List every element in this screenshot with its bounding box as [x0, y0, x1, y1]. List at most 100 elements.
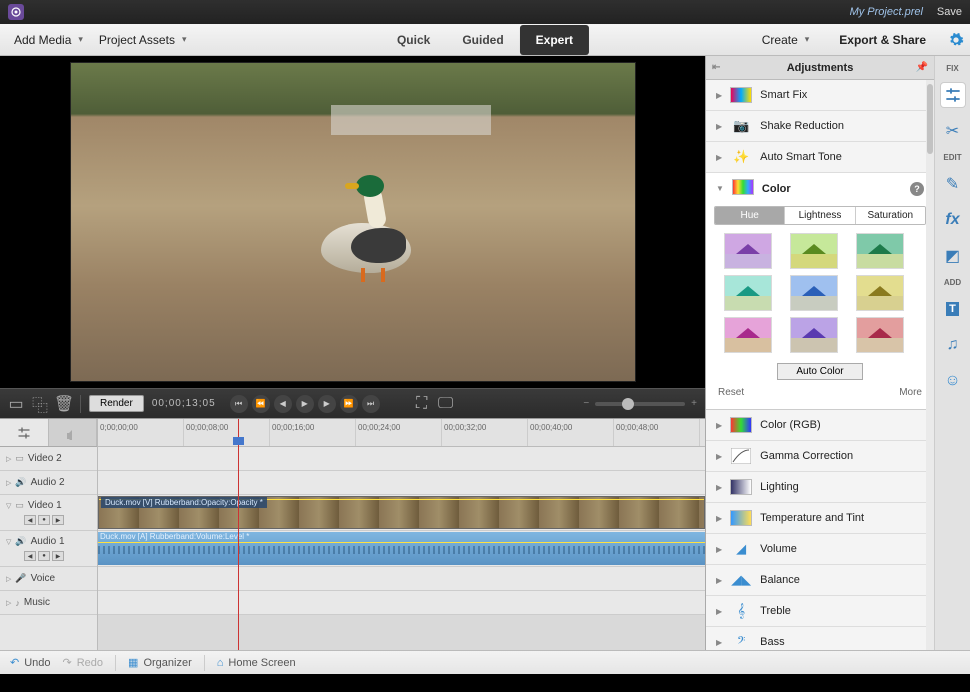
monitor-icon[interactable]: 🖵 — [438, 396, 454, 412]
organizer-button[interactable]: ▦Organizer — [128, 656, 192, 669]
project-name: My Project.prel — [850, 6, 923, 18]
zoom-slider[interactable]: − + — [583, 398, 697, 409]
scrollbar[interactable] — [926, 80, 934, 650]
step-forward-button[interactable]: ▶ — [318, 395, 336, 413]
sidebar-tools-icon[interactable]: ✂ — [941, 119, 965, 143]
tab-hue[interactable]: Hue — [715, 207, 785, 224]
track-video2[interactable] — [98, 447, 705, 471]
sidebar-adjust-icon[interactable] — [941, 83, 965, 107]
mode-guided[interactable]: Guided — [446, 25, 519, 55]
sidebar-music-icon[interactable]: ♫ — [941, 333, 965, 357]
adj-shake-reduction[interactable]: ▶📷Shake Reduction — [706, 111, 934, 142]
redo-button[interactable]: ↷Redo — [63, 656, 104, 669]
timeline-tab-audio[interactable] — [49, 419, 98, 446]
left-column: ▭ ⿻ 🗑 Render 00;00;13;05 ⏮ ⏪ ◀ ▶ ▶ ⏩ ⏭ ⛶… — [0, 56, 705, 650]
clip-icon[interactable]: ▭ — [8, 396, 24, 412]
track-voice-label[interactable]: ▷🎤Voice — [0, 567, 97, 591]
track-music[interactable] — [98, 591, 705, 615]
adj-color-header[interactable]: ▼Color ? — [706, 173, 934, 204]
track-video2-label[interactable]: ▷▭Video 2 — [0, 447, 97, 471]
adj-lighting[interactable]: ▶Lighting — [706, 472, 934, 503]
tab-lightness[interactable]: Lightness — [785, 207, 855, 224]
preview-area — [0, 56, 705, 388]
help-icon[interactable]: ? — [910, 182, 924, 196]
step-back-button[interactable]: ◀ — [274, 395, 292, 413]
track-music-label[interactable]: ▷♪Music — [0, 591, 97, 615]
settings-icon[interactable] — [948, 32, 964, 48]
fullscreen-icon[interactable]: ⛶ — [414, 396, 430, 412]
adj-treble[interactable]: ▶𝄞Treble — [706, 596, 934, 627]
fast-forward-button[interactable]: ⏩ — [340, 395, 358, 413]
goto-start-button[interactable]: ⏮ — [230, 395, 248, 413]
add-media-menu[interactable]: Add Media — [6, 29, 91, 51]
adj-bass[interactable]: ▶𝄢Bass — [706, 627, 934, 650]
track-audio2-label[interactable]: ▷🔊Audio 2 — [0, 471, 97, 495]
render-button[interactable]: Render — [89, 395, 144, 412]
project-assets-menu[interactable]: Project Assets — [91, 29, 195, 51]
track-audio2[interactable] — [98, 471, 705, 495]
reset-link[interactable]: Reset — [718, 387, 744, 398]
hue-swatch-3[interactable] — [856, 233, 904, 269]
timecode-display: 00;00;13;05 — [152, 398, 216, 409]
more-link[interactable]: More — [899, 387, 922, 398]
adj-smart-fix[interactable]: ▶Smart Fix — [706, 80, 934, 111]
playhead[interactable] — [238, 419, 239, 650]
video-preview[interactable] — [70, 62, 636, 382]
clip-video1[interactable]: Duck.mov [V] Rubberband:Opacity:Opacity … — [98, 496, 705, 529]
export-share-button[interactable]: Export & Share — [831, 29, 934, 51]
track-voice[interactable] — [98, 567, 705, 591]
mode-quick[interactable]: Quick — [381, 25, 446, 55]
sidebar-pencil-icon[interactable]: ✎ — [941, 172, 965, 196]
timeline-header: ▭ ⿻ 🗑 Render 00;00;13;05 ⏮ ⏪ ◀ ▶ ▶ ⏩ ⏭ ⛶… — [0, 388, 705, 418]
timeline-tab-sliders[interactable] — [0, 419, 49, 446]
save-button[interactable]: Save — [937, 6, 962, 18]
adj-volume[interactable]: ▶◢Volume — [706, 534, 934, 565]
adj-gamma[interactable]: ▶Gamma Correction — [706, 441, 934, 472]
auto-color-button[interactable]: Auto Color — [777, 363, 862, 380]
adjustments-panel: ⇤ Adjustments 📌 ▶Smart Fix ▶📷Shake Reduc… — [706, 56, 934, 650]
timeline-ruler[interactable]: 0;00;00;0000;00;08;0000;00;16;0000;00;24… — [98, 419, 705, 447]
adjustments-header: ⇤ Adjustments 📌 — [706, 56, 934, 80]
hue-swatch-1[interactable] — [724, 233, 772, 269]
preview-subject — [311, 193, 431, 283]
undo-button[interactable]: ↶Undo — [10, 656, 51, 669]
adj-balance[interactable]: ▶◢◣Balance — [706, 565, 934, 596]
mode-switcher: Quick Guided Expert — [381, 25, 589, 55]
sidebar-titles-icon[interactable]: T — [941, 297, 965, 321]
hue-swatch-2[interactable] — [790, 233, 838, 269]
hue-swatch-9[interactable] — [856, 317, 904, 353]
play-button[interactable]: ▶ — [296, 395, 314, 413]
timeline-tracks[interactable]: 0;00;00;0000;00;08;0000;00;16;0000;00;24… — [98, 419, 705, 650]
hue-swatch-6[interactable] — [856, 275, 904, 311]
tab-saturation[interactable]: Saturation — [856, 207, 925, 224]
clip-audio1[interactable]: Duck.mov [A] Rubberband:Volume:Level * — [98, 532, 705, 565]
rewind-button[interactable]: ⏪ — [252, 395, 270, 413]
copy-icon[interactable]: ⿻ — [32, 396, 48, 412]
goto-end-button[interactable]: ⏭ — [362, 395, 380, 413]
hue-swatch-5[interactable] — [790, 275, 838, 311]
track-video1[interactable]: Duck.mov [V] Rubberband:Opacity:Opacity … — [98, 495, 705, 531]
panel-pin-icon[interactable]: 📌 — [916, 62, 928, 73]
panel-collapse-icon[interactable]: ⇤ — [712, 62, 720, 73]
adj-temp-tint[interactable]: ▶Temperature and Tint — [706, 503, 934, 534]
sidebar-transitions-icon[interactable]: ◩ — [941, 244, 965, 268]
bottombar: ↶Undo ↷Redo ▦Organizer ⌂Home Screen — [0, 650, 970, 674]
hue-swatch-8[interactable] — [790, 317, 838, 353]
sidebar-fx-icon[interactable]: fx — [941, 208, 965, 232]
track-audio1-label[interactable]: ▽🔊Audio 1 ◀●▶ — [0, 531, 97, 567]
create-menu[interactable]: Create — [754, 29, 818, 51]
sidebar-graphics-icon[interactable]: ☺ — [941, 369, 965, 393]
home-screen-button[interactable]: ⌂Home Screen — [217, 657, 296, 669]
sidebar-label-add: ADD — [944, 278, 961, 287]
track-video1-label[interactable]: ▽▭Video 1 ◀●▶ — [0, 495, 97, 531]
hue-swatch-4[interactable] — [724, 275, 772, 311]
hue-swatch-7[interactable] — [724, 317, 772, 353]
track-audio1[interactable]: Duck.mov [A] Rubberband:Volume:Level * — [98, 531, 705, 567]
mode-expert[interactable]: Expert — [520, 25, 589, 55]
sidebar-tools: FIX ✂ EDIT ✎ fx ◩ ADD T ♫ ☺ — [934, 56, 970, 650]
color-tabs: Hue Lightness Saturation — [714, 206, 926, 225]
adj-color-rgb[interactable]: ▶Color (RGB) — [706, 410, 934, 441]
adj-auto-smart-tone[interactable]: ▶✨Auto Smart Tone — [706, 142, 934, 173]
trash-icon[interactable]: 🗑 — [56, 396, 72, 412]
toolbar: Add Media Project Assets Quick Guided Ex… — [0, 24, 970, 56]
